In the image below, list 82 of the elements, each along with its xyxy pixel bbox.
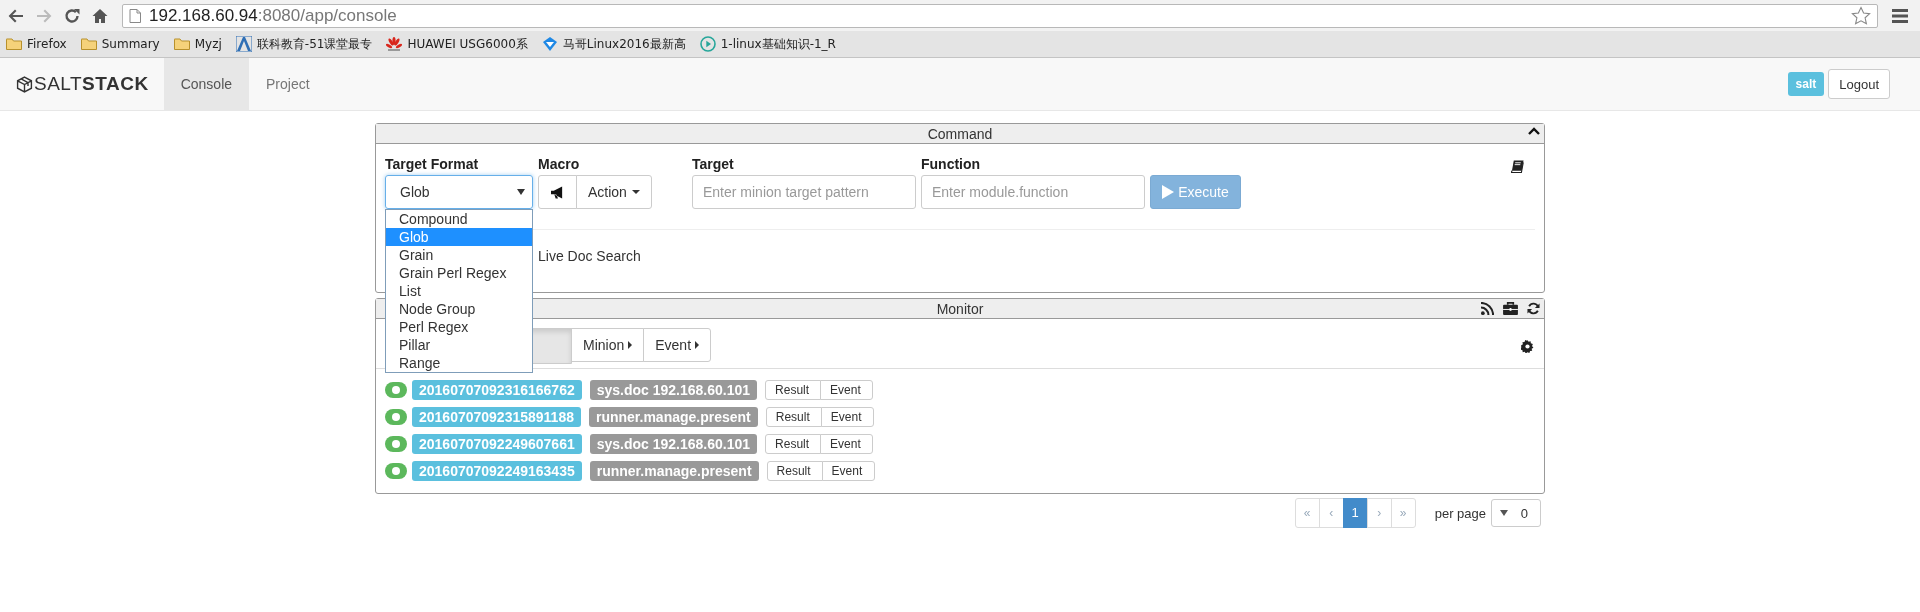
dropdown-option[interactable]: List [386,282,532,300]
caret-right-icon [628,341,633,349]
bookmark[interactable]: Firefox [6,36,67,52]
bookmark[interactable]: HUAWEI USG6000系 [386,35,528,53]
function-label: sys.doc 192.168.60.101 [589,380,758,400]
dropdown-arrow-icon [1500,510,1508,516]
filter-button[interactable]: Minion [571,328,645,362]
job-action-button[interactable]: Event [820,380,874,400]
mountain-icon [235,36,252,52]
back-icon[interactable] [8,7,24,24]
dropdown-option[interactable]: Grain Perl Regex [386,264,532,282]
bookmark[interactable]: 1-linux基础知识-1_R [699,35,836,53]
field-label: Function [921,155,982,174]
function-label: runner.manage.present [588,407,758,427]
address-bar[interactable]: 192.168.60.94:8080/app/console [122,3,1878,28]
nav-tab[interactable]: Project [249,58,327,110]
collapse-chevron-icon[interactable] [1528,127,1540,135]
target-format-select[interactable]: Glob [385,175,533,209]
field-label: Target [692,155,735,174]
status-indicator-icon [385,436,407,452]
job-action-button[interactable]: Result [765,380,822,400]
brand-logo[interactable]: SALTSTACK [34,73,149,95]
diamond-icon [541,36,558,52]
dropdown-arrow-icon [517,189,525,195]
user-badge: salt [1787,72,1825,96]
reload-icon[interactable] [64,7,80,24]
flower-icon [386,36,403,52]
rss-icon[interactable] [1481,302,1494,315]
dropdown-option[interactable]: Compound [386,210,532,228]
job-action-button[interactable]: Event [821,461,875,481]
dropdown-option[interactable]: Grain [386,246,532,264]
per-page-label: per page [1434,505,1486,521]
refresh-icon[interactable] [1527,302,1540,315]
field-label: Target Format [385,155,480,174]
cube-icon [16,75,33,93]
function-field[interactable]: Enter module.function [921,175,1145,209]
function-label: runner.manage.present [589,461,759,481]
page-button[interactable]: 1 [1342,498,1368,528]
bookmark[interactable]: 马哥Linux2016最新高 [541,35,686,53]
folder-icon [173,36,190,52]
panel-title: Monitor [936,300,984,317]
megaphone-icon [550,185,565,199]
settings-icon[interactable] [1521,339,1534,353]
dropdown-option[interactable]: Pillar [386,336,532,354]
status-indicator-icon [385,463,407,479]
job-action-button[interactable]: Result [765,407,822,427]
job-action-button[interactable]: Result [766,461,823,481]
per-page-select[interactable]: 0 [1491,499,1541,527]
job-action-button[interactable]: Event [820,407,874,427]
dropdown-option[interactable]: Perl Regex [386,318,532,336]
dropdown-option[interactable]: Range [386,354,532,372]
bookmark[interactable]: Summary [80,36,160,52]
action-button[interactable]: Action [576,175,652,209]
bookmark[interactable]: 联科教育-51课堂最专 [235,35,373,53]
filter-button[interactable]: Event [643,328,712,362]
function-label: sys.doc 192.168.60.101 [589,434,758,454]
caret-right-icon [695,341,700,349]
home-icon[interactable] [92,7,108,24]
macro-button[interactable] [538,175,577,209]
dropdown-option[interactable]: Node Group [386,300,532,318]
live-doc-label: Live Doc Search [538,248,641,264]
target-field[interactable]: Enter minion target pattern [692,175,916,209]
bookmark[interactable]: Myzj [173,36,222,52]
briefcase-icon[interactable] [1503,302,1518,315]
field-label: Macro [538,155,581,174]
book-icon[interactable] [1511,160,1524,173]
folder-icon [6,36,22,52]
url-text: 192.168.60.94:8080/app/console [149,5,398,26]
page-icon [129,8,141,23]
status-indicator-icon [385,382,407,398]
folder-icon [80,36,97,52]
caret-icon [631,190,640,194]
panel-title: Command [927,125,993,142]
job-action-button[interactable]: Event [820,434,874,454]
status-indicator-icon [385,409,407,425]
play-icon [1162,185,1175,199]
job-action-button[interactable]: Result [765,434,822,454]
logout-button[interactable]: Logout [1828,69,1890,99]
play-circle-icon [699,36,716,52]
nav-tab[interactable]: Console [163,58,250,110]
menu-icon[interactable] [1892,8,1908,23]
star-icon[interactable] [1851,5,1871,26]
